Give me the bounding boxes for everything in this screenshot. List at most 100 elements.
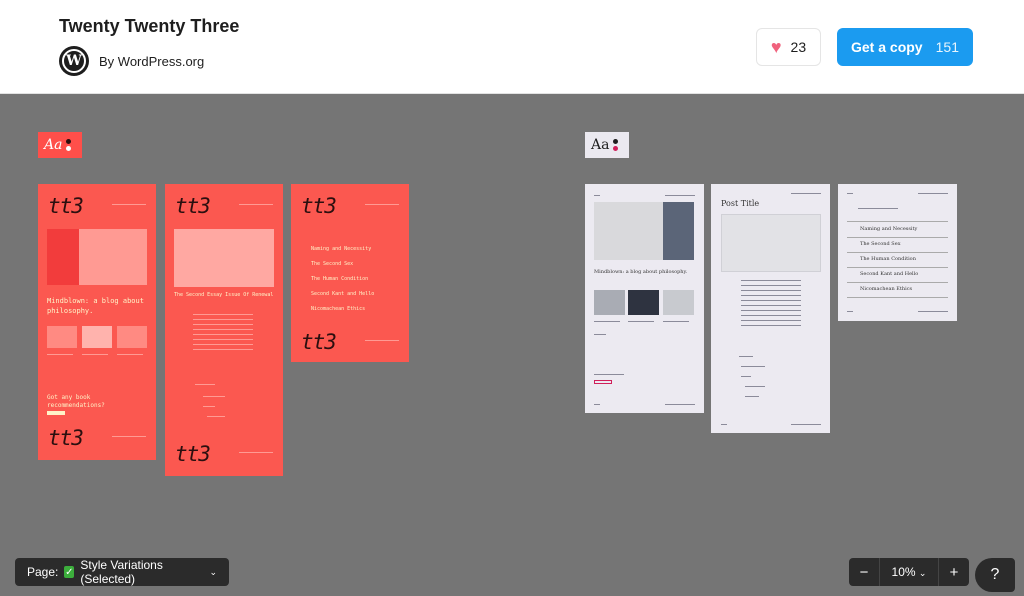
post-excerpt: [594, 334, 606, 335]
comment-line: [203, 396, 225, 397]
body-line: [741, 280, 801, 281]
typography-label: Aa: [44, 137, 63, 153]
footer-line: [721, 424, 727, 425]
post-image: [174, 229, 274, 287]
footer-line: [365, 340, 399, 341]
nav-line: [365, 204, 399, 205]
body-line: [193, 339, 253, 340]
body-line: [741, 320, 801, 321]
post-excerpt: [47, 354, 73, 355]
body-line: [193, 319, 253, 320]
body-line: [741, 325, 801, 326]
zoom-in-button[interactable]: +: [939, 564, 969, 581]
body-line: [741, 290, 801, 291]
body-line: [193, 349, 253, 350]
zoom-control: − 10% ⌄ +: [849, 558, 969, 586]
post-thumb: [47, 326, 77, 348]
body-line: [741, 300, 801, 301]
post-thumb: [628, 290, 659, 315]
nav-line: [847, 193, 853, 194]
body-line: [741, 295, 801, 296]
menu-divider: [847, 297, 948, 298]
post-thumb: [663, 290, 694, 315]
zoom-level-dropdown[interactable]: 10% ⌄: [879, 558, 939, 586]
menu-item: The Second Sex: [311, 261, 354, 267]
chevron-down-icon: ⌄: [918, 568, 927, 578]
light-post-template[interactable]: Post Title: [711, 184, 830, 433]
heart-icon: ♥: [770, 37, 782, 57]
home-heading: Mindblown: a blog about philosophy.: [594, 269, 688, 275]
menu-item: Naming and Necessity: [860, 226, 918, 232]
like-count: 23: [790, 39, 807, 55]
menu-item: The Second Sex: [860, 241, 901, 247]
body-line: [741, 315, 801, 316]
chevron-down-icon: ⌄: [209, 566, 217, 577]
tt3-logo: tt3: [301, 194, 337, 218]
post-excerpt: [82, 354, 108, 355]
post-title: Post Title: [721, 199, 760, 208]
comment-line: [203, 406, 215, 407]
footer-line: [112, 436, 146, 437]
nav-line: [791, 193, 821, 194]
featured-image-shade: [663, 202, 694, 260]
body-line: [741, 310, 801, 311]
page-label: Page:: [27, 565, 59, 579]
typography-chip-red[interactable]: Aa: [38, 132, 82, 158]
zoom-out-button[interactable]: −: [849, 564, 879, 581]
color-dots-icon: [613, 139, 619, 151]
post-excerpt: [594, 321, 620, 322]
search-line: [858, 208, 898, 209]
like-button[interactable]: ♥ 23: [756, 28, 821, 66]
red-home-template[interactable]: tt3 Mindblown: a blog about philosophy. …: [38, 184, 156, 460]
page-selector[interactable]: Page: ✓ Style Variations (Selected) ⌄: [15, 558, 229, 586]
comment-line: [739, 356, 753, 357]
footer-line: [847, 311, 853, 312]
menu-divider: [847, 252, 948, 253]
body-line: [193, 324, 253, 325]
get-copy-label: Get a copy: [851, 39, 923, 55]
red-post-template[interactable]: tt3 The Second Essay Issue Of Renewal tt…: [165, 184, 283, 476]
nav-line: [239, 204, 273, 205]
tt3-footer-logo: tt3: [48, 426, 84, 450]
typography-chip-light[interactable]: Aa: [585, 132, 629, 158]
body-line: [741, 285, 801, 286]
light-menu-template[interactable]: Naming and Necessity The Second Sex The …: [838, 184, 957, 321]
menu-item: Nicomachean Ethics: [311, 306, 366, 312]
footer-line: [665, 404, 695, 405]
wordpress-logo-letter: W: [62, 49, 86, 73]
menu-item: Second Kant and Hello: [860, 271, 919, 277]
post-thumb: [82, 326, 112, 348]
comment-line: [741, 376, 751, 377]
body-line: [741, 305, 801, 306]
post-thumb: [117, 326, 147, 348]
menu-item: Second Kant and Hello: [311, 291, 375, 297]
post-heading: The Second Essay Issue Of Renewal: [174, 292, 274, 298]
post-excerpt: [117, 354, 143, 355]
light-home-template[interactable]: Mindblown: a blog about philosophy.: [585, 184, 704, 413]
menu-item: Nicomachean Ethics: [860, 286, 913, 292]
comment-line: [745, 396, 759, 397]
tt3-logo: tt3: [175, 194, 211, 218]
comment-line: [207, 416, 225, 417]
menu-divider: [847, 267, 948, 268]
comment-line: [741, 366, 765, 367]
body-line: [193, 329, 253, 330]
checkmark-icon: ✓: [64, 566, 75, 578]
menu-item: The Human Condition: [860, 256, 916, 262]
nav-line: [918, 193, 948, 194]
get-copy-button[interactable]: Get a copy 151: [837, 28, 973, 66]
help-button[interactable]: ?: [975, 558, 1015, 592]
post-image: [721, 214, 821, 272]
home-heading: Mindblown: a blog about philosophy.: [47, 297, 144, 315]
wordpress-logo-icon: W: [59, 46, 89, 76]
menu-divider: [847, 282, 948, 283]
post-excerpt: [628, 321, 654, 322]
featured-image-shade: [47, 229, 79, 285]
body-line: [193, 334, 253, 335]
author-label[interactable]: By WordPress.org: [99, 54, 204, 69]
menu-divider: [847, 237, 948, 238]
top-bar: Twenty Twenty Three W By WordPress.org ♥…: [0, 0, 1024, 94]
red-menu-template[interactable]: tt3 Naming and Necessity The Second Sex …: [291, 184, 409, 362]
nav-line: [594, 195, 600, 196]
menu-item: The Human Condition: [311, 276, 369, 282]
